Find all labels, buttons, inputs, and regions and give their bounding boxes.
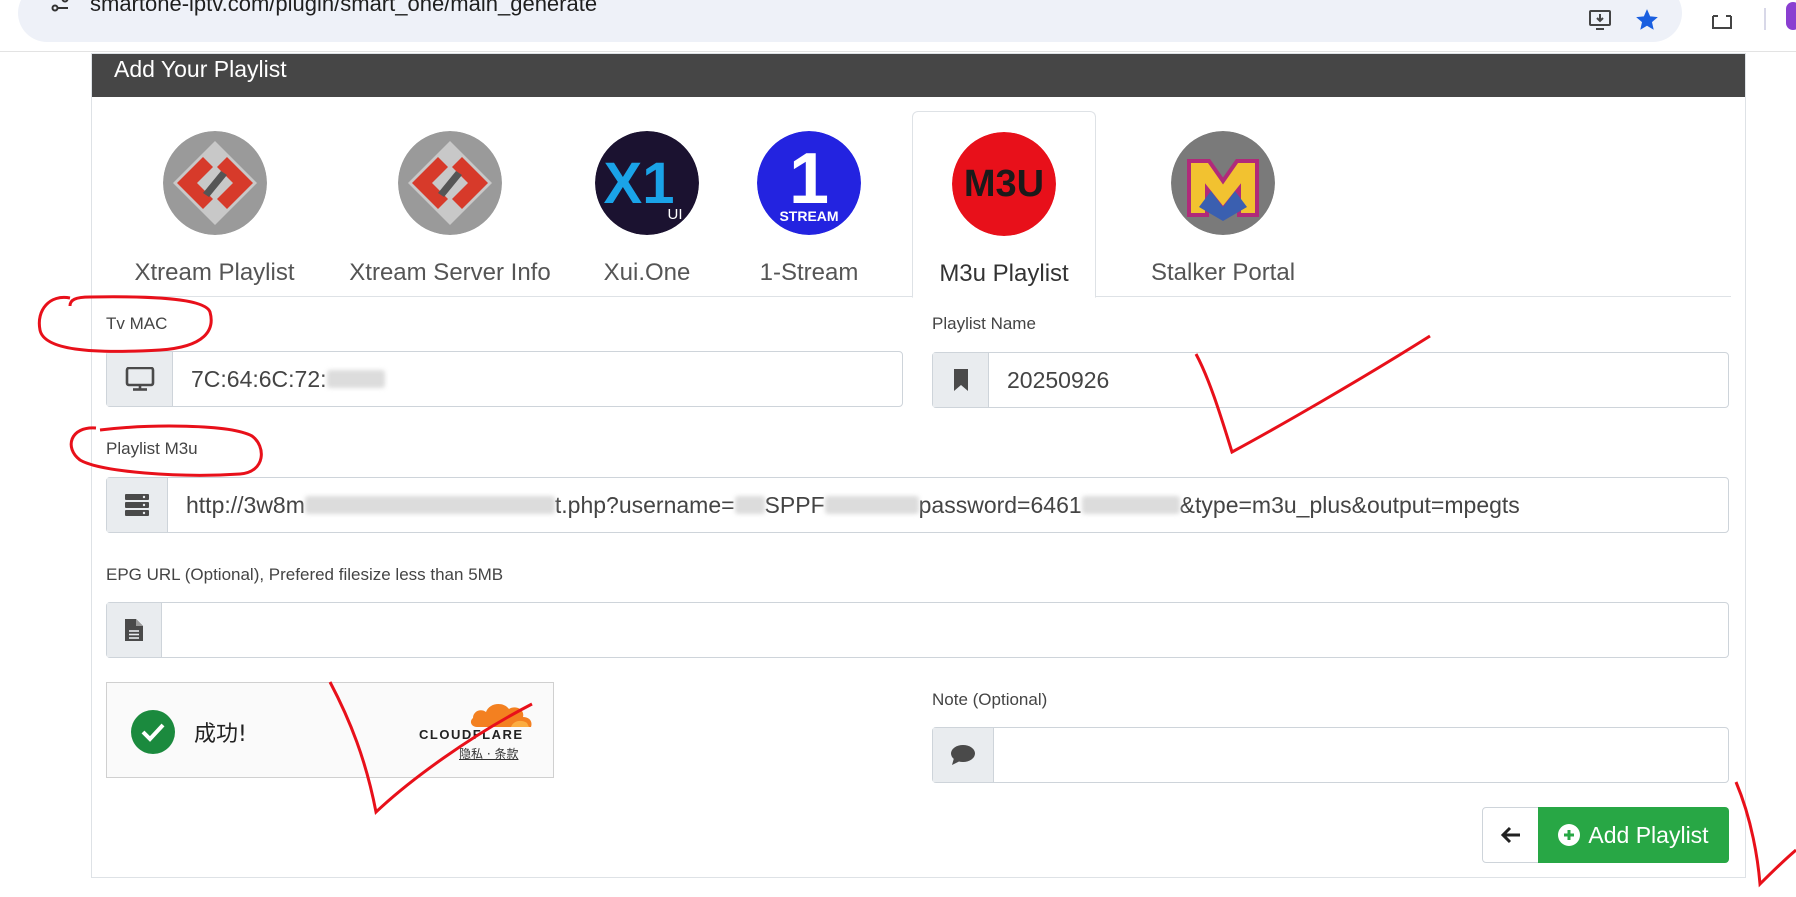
plus-circle-icon [1558,824,1581,846]
url-text[interactable]: smartone-iptv.com/plugin/smart_one/main_… [90,0,597,17]
bookmark-icon [933,353,989,407]
svg-text:UI: UI [668,206,683,223]
browser-toolbar: smartone-iptv.com/plugin/smart_one/main_… [0,0,1796,52]
tab-label: Stalker Portal [1150,259,1296,286]
tab-xui-one[interactable]: X1 UI Xui.One [573,111,721,297]
add-playlist-button[interactable]: Add Playlist [1538,807,1729,863]
redacted-mask [1081,496,1180,514]
svg-text:1: 1 [789,139,829,219]
tab-label: M3u Playlist [939,260,1069,287]
xui-one-logo-icon: X1 UI [595,131,699,235]
tab-xtream-playlist[interactable]: Xtream Playlist [108,111,321,297]
playlist-m3u-field[interactable]: http://3w8m t.php?username= SPPF passwor… [106,477,1729,533]
tab-label: Xtream Server Info [349,259,551,286]
redacted-mask [824,496,919,514]
address-bar[interactable]: smartone-iptv.com/plugin/smart_one/main_… [18,0,1682,42]
tab-m3u-playlist[interactable]: M3U M3u Playlist [912,111,1096,298]
tab-label: Xtream Playlist [134,259,295,286]
cloudflare-wordmark: CLOUDFLARE [419,727,524,742]
bookmark-star-icon[interactable] [1632,6,1662,34]
playlist-m3u-label: Playlist M3u [106,439,198,458]
back-button[interactable] [1482,807,1539,863]
playlist-type-tabs: Xtream Playlist Xtream Server Info X1 UI… [108,111,1731,298]
profile-avatar[interactable] [1786,2,1796,30]
tv-mac-input[interactable]: 7C:64:6C:72: [173,352,902,406]
redacted-mask [734,496,765,514]
epg-url-field[interactable] [106,602,1729,658]
redacted-mask [304,496,555,514]
tv-mac-field[interactable]: 7C:64:6C:72: [106,351,903,407]
card-header: Add Your Playlist [92,54,1745,97]
xtream-logo-icon [398,131,502,235]
epg-url-label: EPG URL (Optional), Prefered filesize le… [106,565,504,584]
cloudflare-cloud-icon [467,699,539,729]
extensions-icon[interactable] [1708,6,1738,34]
tv-mac-label: Tv MAC [106,314,168,333]
playlist-name-input[interactable]: 20250926 [989,353,1728,407]
playlist-name-label: Playlist Name [932,314,1036,333]
add-playlist-label: Add Playlist [1588,821,1709,848]
monitor-icon [107,352,173,406]
svg-text:X1: X1 [604,151,675,216]
check-circle-icon [131,710,175,754]
comment-icon [933,728,994,782]
svg-text:M3U: M3U [964,163,1044,205]
tab-stalker-portal[interactable]: Stalker Portal [1138,111,1308,297]
xtream-logo-icon [162,131,267,235]
playlist-m3u-input[interactable]: http://3w8m t.php?username= SPPF passwor… [168,478,1728,532]
redacted-mask [326,370,385,388]
stalker-portal-logo-icon [1171,131,1275,235]
cloudflare-captcha[interactable]: 成功! CLOUDFLARE 隐私 · 条款 [106,682,554,778]
note-field[interactable] [932,727,1729,783]
captcha-status: 成功! [194,722,247,747]
install-icon[interactable] [1586,6,1616,34]
captcha-links[interactable]: 隐私 · 条款 [459,745,518,762]
file-icon [107,603,162,657]
one-stream-logo-icon: 1 STREAM [757,131,861,235]
note-label: Note (Optional) [932,690,1048,709]
tab-label: 1-Stream [759,259,859,286]
arrow-left-icon [1500,826,1520,844]
server-icon [107,478,168,532]
toolbar-divider [1764,8,1766,30]
note-input[interactable] [994,728,1728,782]
playlist-name-field[interactable]: 20250926 [932,352,1729,408]
epg-url-input[interactable] [162,603,1728,657]
tab-1-stream[interactable]: 1 STREAM 1-Stream [731,111,887,297]
tab-xtream-server-info[interactable]: Xtream Server Info [341,111,559,297]
tab-label: Xui.One [603,259,691,286]
svg-text:STREAM: STREAM [779,208,838,224]
m3u-logo-icon: M3U [952,132,1056,236]
site-info-icon[interactable] [46,0,74,16]
